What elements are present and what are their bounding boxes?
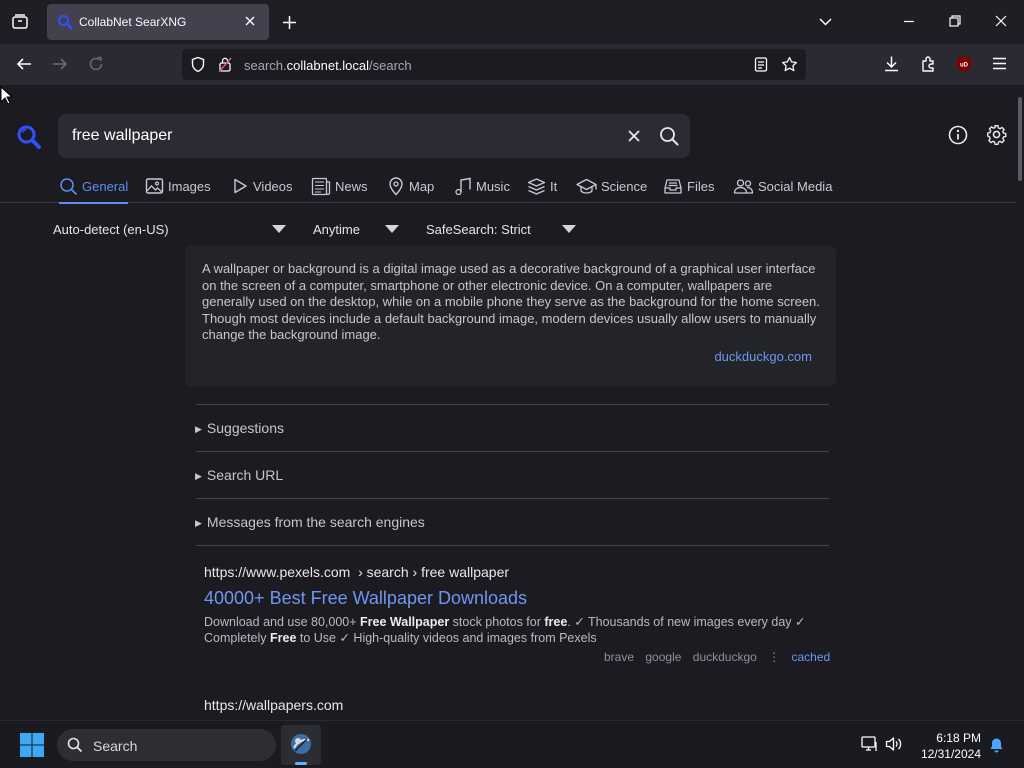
- network-icon[interactable]: [861, 736, 879, 752]
- forward-arrow-icon[interactable]: [52, 56, 68, 72]
- school-icon: [576, 178, 597, 194]
- system-clock[interactable]: 6:18 PM 12/31/2024: [916, 730, 981, 762]
- back-arrow-icon[interactable]: [16, 56, 32, 72]
- address-bar[interactable]: search.collabnet.local/search: [182, 49, 806, 80]
- mouse-cursor-icon: [0, 86, 12, 105]
- language-caret-icon[interactable]: [272, 225, 286, 233]
- map-pin-icon: [389, 177, 403, 196]
- minimize-icon[interactable]: [902, 14, 916, 28]
- search-submit-icon[interactable]: [659, 126, 679, 146]
- search-icon: [67, 737, 83, 753]
- page-scrollbar[interactable]: [1016, 85, 1024, 720]
- notification-bell-icon[interactable]: [989, 737, 1004, 753]
- browser-tab[interactable]: CollabNet SearXNG: [47, 4, 269, 40]
- safesearch-select[interactable]: SafeSearch: Strict: [426, 222, 531, 237]
- result-title-link[interactable]: 40000+ Best Free Wallpaper Downloads: [204, 588, 527, 609]
- divider: [196, 498, 829, 499]
- tab-it[interactable]: It: [527, 177, 557, 199]
- tracking-shield-icon[interactable]: [190, 56, 206, 73]
- result-snippet: Download and use 80,000+ Free Wallpaper …: [204, 615, 806, 645]
- tab-overview-icon[interactable]: [11, 13, 29, 31]
- result-url[interactable]: https://www.pexels.com › search › free w…: [204, 564, 509, 580]
- infobox-text: A wallpaper or background is a digital i…: [202, 261, 820, 343]
- layers-icon: [527, 178, 546, 195]
- search-icon: [60, 178, 78, 196]
- url-text[interactable]: search.collabnet.local/search: [244, 58, 412, 73]
- engine-label: brave: [604, 650, 635, 664]
- svg-text:uD: uD: [960, 63, 969, 69]
- reload-icon[interactable]: [88, 56, 104, 72]
- restore-icon[interactable]: [948, 14, 962, 28]
- tab-science[interactable]: Science: [576, 177, 647, 199]
- infobox: A wallpaper or background is a digital i…: [185, 245, 836, 387]
- music-icon: [455, 177, 471, 196]
- divider: [196, 451, 829, 452]
- bookmark-star-icon[interactable]: [781, 56, 798, 73]
- category-tabs: General Images Videos News Map Music It: [0, 171, 1016, 204]
- result-engines: brave google duckduckgo ⋮ cached: [604, 650, 830, 664]
- taskbar-app-button[interactable]: [281, 725, 321, 765]
- search-input[interactable]: free wallpaper: [72, 127, 173, 145]
- divider: [196, 545, 829, 546]
- newspaper-icon: [311, 177, 331, 196]
- tab-social-media[interactable]: Social Media: [733, 177, 832, 199]
- info-icon[interactable]: [948, 125, 968, 145]
- windows-taskbar: Search 6:18 PM 12/31/2024: [0, 720, 1024, 768]
- searxng-favicon-icon: [57, 14, 73, 30]
- people-icon: [733, 179, 754, 194]
- clock-time: 6:18 PM: [936, 731, 981, 745]
- searxng-logo-icon[interactable]: [16, 124, 42, 150]
- search-box: free wallpaper: [58, 114, 690, 158]
- play-icon: [234, 178, 247, 194]
- app-icon: [289, 732, 313, 756]
- volume-icon[interactable]: [885, 736, 903, 752]
- time-range-select[interactable]: Anytime: [313, 222, 360, 237]
- engine-label: duckduckgo: [692, 650, 757, 664]
- infobox-source-link[interactable]: duckduckgo.com: [714, 349, 812, 364]
- tab-music[interactable]: Music: [454, 177, 510, 199]
- tab-strip: CollabNet SearXNG: [0, 0, 1024, 44]
- taskbar-search-label: Search: [93, 738, 138, 754]
- downloads-icon[interactable]: [883, 55, 900, 72]
- tab-general[interactable]: General: [59, 177, 129, 204]
- hamburger-menu-icon[interactable]: [992, 57, 1007, 70]
- connection-lock-icon[interactable]: [218, 56, 232, 73]
- clock-date: 12/31/2024: [920, 747, 981, 761]
- close-window-icon[interactable]: [994, 14, 1008, 28]
- searxng-results-page: free wallpaper General Images Videos New…: [0, 85, 1016, 720]
- suggestions-toggle[interactable]: ▶ Suggestions: [195, 420, 284, 436]
- running-indicator: [295, 762, 307, 765]
- clear-search-icon[interactable]: [627, 129, 641, 143]
- tab-news[interactable]: News: [311, 177, 368, 199]
- new-tab-icon[interactable]: [282, 15, 297, 30]
- file-tray-icon: [664, 179, 682, 194]
- engine-label: google: [645, 650, 682, 664]
- search-url-toggle[interactable]: ▶ Search URL: [195, 467, 283, 483]
- tab-images[interactable]: Images: [145, 177, 211, 199]
- tab-close-icon[interactable]: [243, 14, 257, 28]
- navigation-toolbar: search.collabnet.local/search uD: [0, 44, 1024, 85]
- windows-start-icon[interactable]: [20, 733, 44, 757]
- language-select[interactable]: Auto-detect (en-US): [53, 222, 169, 237]
- settings-gear-icon[interactable]: [986, 124, 1007, 145]
- tab-map[interactable]: Map: [387, 177, 434, 199]
- safesearch-caret-icon[interactable]: [562, 225, 576, 233]
- tab-files[interactable]: Files: [663, 177, 714, 199]
- cached-link[interactable]: cached: [792, 650, 831, 664]
- result-url[interactable]: https://wallpapers.com: [204, 697, 343, 713]
- engine-messages-toggle[interactable]: ▶ Messages from the search engines: [195, 514, 425, 530]
- divider: [196, 404, 829, 405]
- time-caret-icon[interactable]: [385, 225, 399, 233]
- ublock-origin-icon[interactable]: uD: [955, 55, 973, 73]
- tab-videos[interactable]: Videos: [231, 177, 293, 199]
- image-icon: [145, 178, 164, 194]
- engine-separator: ⋮: [768, 650, 781, 664]
- extensions-puzzle-icon[interactable]: [920, 55, 937, 72]
- scrollbar-thumb[interactable]: [1018, 97, 1022, 181]
- tab-title: CollabNet SearXNG: [79, 15, 187, 29]
- reader-view-icon[interactable]: [754, 57, 768, 72]
- taskbar-search[interactable]: Search: [57, 729, 276, 761]
- list-all-tabs-icon[interactable]: [818, 14, 833, 29]
